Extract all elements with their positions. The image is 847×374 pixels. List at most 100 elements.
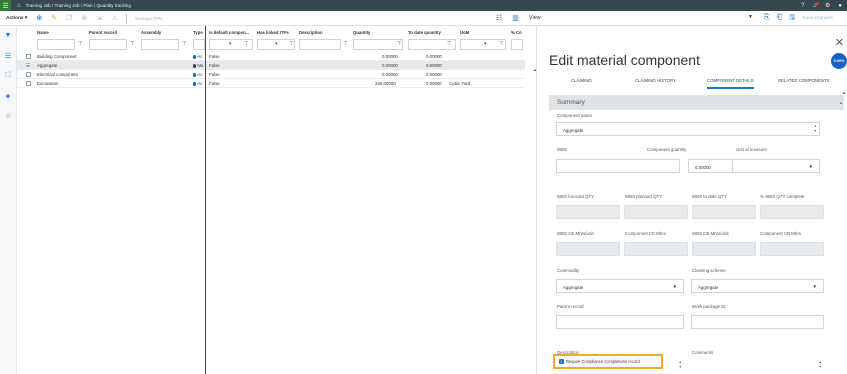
filter-list-icon[interactable]: ☷ — [496, 14, 502, 22]
column-header-name[interactable]: Name — [37, 30, 49, 35]
move-icon[interactable]: ⇲ — [96, 14, 102, 22]
unit-of-measure-select[interactable]: ▼ — [732, 159, 820, 173]
home-icon[interactable]: ⌂ — [17, 3, 21, 9]
close-icon[interactable]: ✕ — [835, 36, 844, 49]
menu-icon[interactable]: ☰ — [0, 0, 11, 11]
checkbox-checked-icon[interactable]: ✓ — [559, 359, 564, 364]
filter-parent-input[interactable] — [89, 39, 127, 50]
settings-icon[interactable]: ⚙ — [825, 2, 830, 9]
disabled-icon[interactable]: ⊘ — [0, 112, 16, 126]
work-package-field[interactable] — [691, 315, 824, 329]
wbs-todate-label: WBS to date QTY — [692, 194, 727, 199]
table-row[interactable]: ☰ Aggregate Ma False 0.00000 0.00000 — [17, 61, 525, 70]
filter-icon[interactable]: ⊤ — [130, 41, 134, 47]
column-header-uom[interactable]: UoM — [460, 30, 469, 35]
claiming-scheme-select[interactable]: Aggregate ▼ — [691, 279, 824, 293]
delete-icon[interactable]: ⊗ — [81, 14, 87, 22]
filter-icon[interactable]: ⊤ — [447, 41, 451, 47]
export-icon[interactable]: ⎘ — [764, 14, 770, 22]
chevron-down-icon[interactable]: ▾ — [229, 41, 232, 47]
row-checkbox[interactable]: ☰ — [26, 63, 31, 68]
help-icon[interactable]: ? — [801, 3, 804, 9]
import-icon[interactable]: ⎗ — [777, 14, 783, 22]
filter-icon[interactable]: ⊤ — [343, 41, 347, 47]
actions-dropdown[interactable]: Actions ▾ — [6, 16, 27, 21]
column-header-quantity[interactable]: Quantity — [353, 30, 370, 35]
summary-section-header[interactable]: Summary ▴ — [549, 95, 844, 110]
chevron-down-icon[interactable]: ▼ — [673, 284, 677, 289]
spinner-icon[interactable]: ▲ ▼ — [679, 360, 682, 370]
manage-itps-button[interactable]: Manage ITPs — [135, 16, 162, 21]
filter-name-input[interactable] — [37, 39, 75, 50]
filter-type-input[interactable] — [193, 39, 205, 50]
collapse-icon[interactable]: ▴ — [840, 100, 842, 105]
filter-assembly-input[interactable] — [141, 39, 179, 50]
column-header-to-date-quantity[interactable]: To date quantity — [408, 30, 441, 35]
add-icon[interactable]: ⊕ — [36, 14, 42, 22]
column-header-percent-complete[interactable]: % Co — [511, 30, 522, 35]
table-row[interactable]: Building Component Ac False 0.00000 0.00… — [17, 52, 525, 61]
notifications-icon[interactable]: ♫ — [812, 1, 819, 9]
cell-is-default: False — [209, 63, 220, 68]
list-filter-icon[interactable]: ☰ — [0, 52, 16, 66]
commodity-select[interactable]: Aggregate ▼ — [556, 279, 684, 293]
component-quantity-label: Component quantity — [647, 147, 687, 152]
component-name-field[interactable]: Aggregate ▲ ▼ — [556, 122, 820, 136]
summary-label: Summary — [557, 99, 585, 106]
row-checkbox[interactable] — [26, 54, 31, 59]
chevron-down-icon[interactable]: ▼ — [748, 14, 753, 20]
filter-icon[interactable]: ⊤ — [78, 41, 82, 47]
filter-quantity-input[interactable] — [353, 39, 403, 50]
wbs-field[interactable] — [556, 159, 680, 173]
chevron-down-icon[interactable]: ▾ — [484, 41, 487, 47]
columns-icon[interactable]: ▥ — [512, 14, 519, 22]
tab-related-components[interactable]: RELATED COMPONENTS — [778, 78, 830, 83]
type-dot-icon — [193, 73, 197, 77]
require-compliance-checkbox[interactable]: ✓ Require Compliance Completions record — [553, 354, 663, 369]
edit-icon[interactable]: ✎ — [51, 14, 57, 22]
view-selector-label[interactable]: View — [529, 15, 541, 21]
filter-description-input[interactable] — [299, 39, 341, 50]
warning-icon[interactable]: ⚠ — [111, 14, 117, 22]
hierarchy-icon[interactable]: ⛶ — [0, 72, 16, 86]
filter-icon[interactable]: ⊤ — [182, 41, 186, 47]
comments-textarea[interactable]: ▲ ▼ — [691, 359, 824, 374]
save-icon[interactable]: 🖫 — [789, 13, 795, 24]
column-header-parent-record[interactable]: Parent record — [89, 30, 117, 35]
chevron-down-icon[interactable]: ▼ — [813, 284, 817, 289]
filter-icon[interactable]: ▼ — [0, 32, 16, 46]
spinner-icon[interactable]: ▲ ▼ — [819, 360, 822, 370]
account-icon[interactable]: ● — [838, 3, 842, 9]
spinner-icon[interactable]: ▲ ▼ — [814, 124, 817, 134]
table-row[interactable]: Electrical component Ac False 0.00000 0.… — [17, 70, 525, 79]
table-row[interactable]: Excavation Ac False 250.00000 0.00000 Cu… — [17, 79, 525, 88]
column-header-assembly[interactable]: Assembly — [141, 30, 161, 35]
filter-complete-input[interactable] — [511, 39, 523, 50]
tab-claiming-history[interactable]: CLAIMING HISTORY — [635, 78, 676, 83]
breadcrumb[interactable]: Training Job / Training Job / Plan / Qua… — [26, 3, 131, 8]
tab-claiming[interactable]: CLAIMING — [571, 78, 592, 83]
save-changes-button[interactable]: Save changes — [802, 16, 832, 21]
row-checkbox[interactable] — [26, 72, 31, 77]
column-header-type[interactable]: Type — [193, 30, 203, 35]
tab-component-details[interactable]: COMPONENT DETAILS — [707, 78, 754, 89]
filter-icon[interactable]: ⊤ — [244, 41, 248, 47]
chevron-down-icon[interactable]: ▾ — [275, 41, 278, 47]
column-resize-handle[interactable] — [205, 26, 206, 374]
parent-record-field[interactable] — [556, 315, 684, 329]
filter-icon[interactable]: ⊤ — [397, 41, 401, 47]
layers-icon[interactable]: ◈ — [0, 92, 16, 106]
filter-icon[interactable]: ⊤ — [289, 41, 293, 47]
comments-label: Comments — [692, 350, 714, 355]
column-header-is-default[interactable]: Is default compon... — [209, 30, 249, 35]
column-header-has-linked-itps[interactable]: Has linked ITPs — [257, 30, 289, 35]
chevron-down-icon[interactable]: ▼ — [809, 164, 813, 169]
progress-badge: 0.00% — [831, 53, 847, 69]
type-dot-icon — [193, 55, 197, 59]
copy-icon[interactable]: ❐ — [66, 14, 72, 22]
cell-name: Aggregate — [37, 63, 58, 68]
scroll-up-icon[interactable]: ▲ — [842, 90, 846, 95]
column-header-description[interactable]: Description — [299, 30, 323, 35]
filter-icon[interactable]: ⊤ — [499, 41, 503, 47]
row-checkbox[interactable] — [26, 81, 31, 86]
